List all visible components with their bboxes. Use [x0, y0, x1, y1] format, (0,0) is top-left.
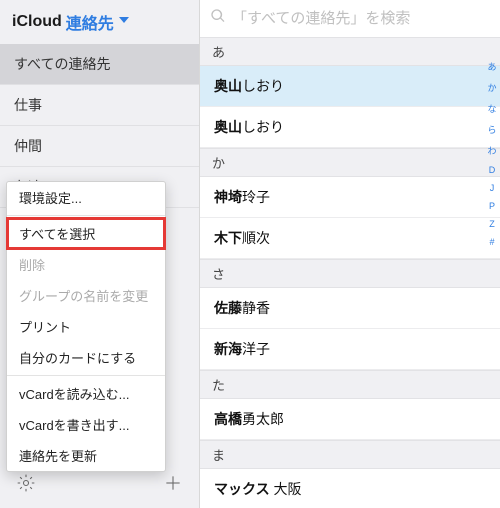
add-icon[interactable] — [163, 473, 183, 498]
search-input[interactable] — [232, 10, 490, 27]
contact-family: マックス — [214, 481, 270, 497]
index-letter[interactable]: ら — [486, 123, 498, 136]
menu-select-all[interactable]: すべてを選択 — [7, 218, 165, 249]
index-strip: あかならわDJPZ # — [486, 60, 498, 247]
chevron-down-icon — [118, 13, 130, 31]
menu-import-vcard[interactable]: vCardを読み込む... — [7, 378, 165, 409]
menu-delete: 削除 — [7, 249, 165, 280]
brand-label: iCloud — [12, 13, 62, 31]
contact-list: あ奥山しおり奥山しおりか神埼玲子木下順次さ佐藤静香新海洋子た高橋勇太郎まマックス… — [200, 37, 500, 508]
menu-prefs[interactable]: 環境設定... — [7, 182, 165, 213]
index-letter[interactable]: わ — [486, 144, 498, 157]
contact-given: 大阪 — [270, 481, 302, 497]
contact-family: 奥山 — [214, 119, 242, 135]
search-icon — [210, 8, 226, 29]
menu-rename-group: グループの名前を変更 — [7, 280, 165, 311]
group-item[interactable]: 仲間 — [0, 126, 199, 167]
menu-refresh[interactable]: 連絡先を更新 — [7, 440, 165, 471]
contact-given: 順次 — [242, 230, 270, 246]
contact-given: 洋子 — [242, 341, 270, 357]
index-letter[interactable]: か — [486, 81, 498, 94]
contact-given: しおり — [242, 78, 284, 94]
contact-family: 高橋 — [214, 411, 242, 427]
contact-given: 玲子 — [242, 189, 270, 205]
sidebar-header[interactable]: iCloud 連絡先 — [0, 0, 199, 44]
contact-row[interactable]: 木下順次 — [200, 218, 500, 259]
gear-icon[interactable] — [16, 473, 36, 498]
contact-given: 勇太郎 — [242, 411, 284, 427]
index-letter[interactable]: P — [486, 201, 498, 211]
menu-make-my-card[interactable]: 自分のカードにする — [7, 342, 165, 373]
contact-row[interactable]: 新海洋子 — [200, 329, 500, 370]
contact-family: 佐藤 — [214, 300, 242, 316]
index-letter[interactable]: # — [486, 237, 498, 247]
index-letter[interactable]: D — [486, 165, 498, 175]
index-letter[interactable]: Z — [486, 219, 498, 229]
contact-given: 静香 — [242, 300, 270, 316]
group-item[interactable]: すべての連絡先 — [0, 44, 199, 85]
contact-family: 木下 — [214, 230, 242, 246]
contact-row[interactable]: 高橋勇太郎 — [200, 399, 500, 440]
index-letter[interactable]: J — [486, 183, 498, 193]
section-header: た — [200, 370, 500, 399]
header-title: 連絡先 — [66, 10, 114, 34]
group-item[interactable]: 仕事 — [0, 85, 199, 126]
contact-family: 神埼 — [214, 189, 242, 205]
contact-row[interactable]: 佐藤静香 — [200, 288, 500, 329]
main-panel: あ奥山しおり奥山しおりか神埼玲子木下順次さ佐藤静香新海洋子た高橋勇太郎まマックス… — [200, 0, 500, 508]
contact-family: 新海 — [214, 341, 242, 357]
contact-row[interactable]: 奥山しおり — [200, 107, 500, 148]
menu-export-vcard[interactable]: vCardを書き出す... — [7, 409, 165, 440]
section-header: あ — [200, 37, 500, 66]
section-header: さ — [200, 259, 500, 288]
contact-given: しおり — [242, 119, 284, 135]
section-header: か — [200, 148, 500, 177]
context-menu: 環境設定... すべてを選択 削除 グループの名前を変更 プリント 自分のカード… — [6, 181, 166, 472]
index-letter[interactable]: あ — [486, 60, 498, 73]
contact-row[interactable]: 神埼玲子 — [200, 177, 500, 218]
contact-row[interactable]: マックス 大阪 — [200, 469, 500, 508]
contact-family: 奥山 — [214, 78, 242, 94]
menu-print[interactable]: プリント — [7, 311, 165, 342]
sidebar: iCloud 連絡先 すべての連絡先仕事仲間友達 環境設定... すべてを選択 … — [0, 0, 200, 508]
index-letter[interactable]: な — [486, 102, 498, 115]
section-header: ま — [200, 440, 500, 469]
contact-row[interactable]: 奥山しおり — [200, 66, 500, 107]
search-bar — [200, 0, 500, 37]
